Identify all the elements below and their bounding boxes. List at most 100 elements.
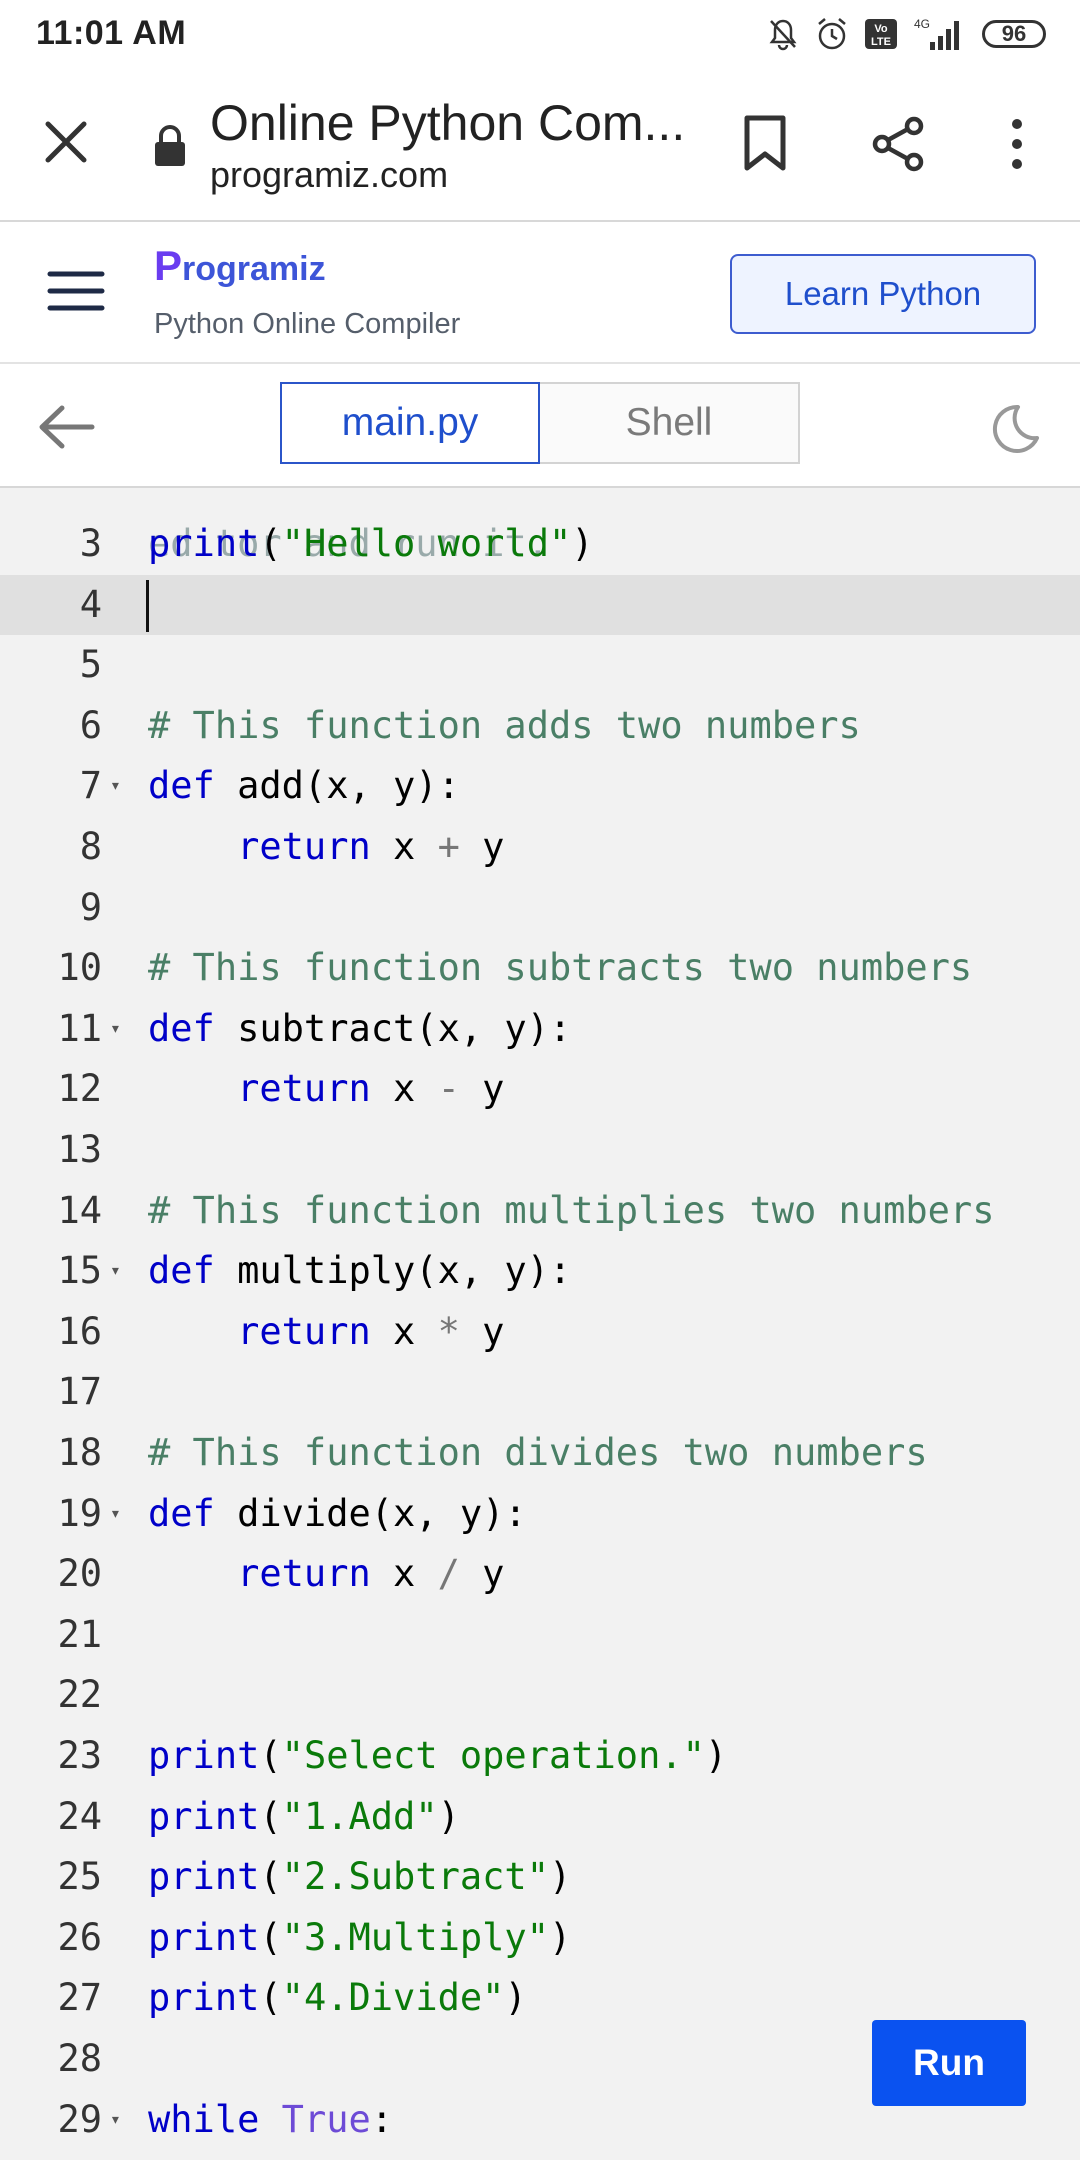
code-line[interactable]: 13 bbox=[0, 1120, 1080, 1180]
code-line[interactable]: 4 bbox=[0, 574, 1080, 635]
code-line[interactable]: 5 bbox=[0, 635, 1080, 695]
tab-shell[interactable]: Shell bbox=[540, 382, 800, 464]
fold-arrow-icon[interactable]: ▾ bbox=[110, 1484, 121, 1544]
code-line[interactable]: 6 # This function adds two numbers bbox=[0, 696, 1080, 756]
code-line[interactable]: 24 print("1.Add") bbox=[0, 1787, 1080, 1847]
code-line[interactable]: 15 ▾ def multiply(x, y): bbox=[0, 1241, 1080, 1301]
code-token: y bbox=[459, 825, 505, 868]
code-token: x bbox=[370, 1067, 438, 1111]
code-token: return bbox=[237, 825, 371, 868]
code-text: while True: bbox=[148, 2090, 393, 2150]
code-line[interactable]: 23 print("Select operation.") bbox=[0, 1726, 1080, 1786]
code-token: ) bbox=[704, 1734, 728, 1777]
code-token: : bbox=[370, 2097, 394, 2141]
page-url[interactable]: programiz.com bbox=[210, 154, 448, 196]
back-arrow-icon[interactable] bbox=[36, 402, 96, 452]
code-text: print("Hello world") bbox=[148, 514, 594, 574]
code-token: def bbox=[148, 1491, 215, 1535]
code-token: "3.Multiply" bbox=[281, 1915, 549, 1959]
line-number: 5 bbox=[79, 643, 102, 687]
code-text: def divide(x, y): bbox=[148, 1484, 527, 1544]
code-text: print("2.Subtract") bbox=[148, 1847, 571, 1907]
code-token: ) bbox=[548, 1855, 572, 1899]
tab-main-py[interactable]: main.py bbox=[280, 382, 540, 464]
line-number: 13 bbox=[57, 1128, 102, 1171]
code-line[interactable]: 16 return x * y bbox=[0, 1302, 1080, 1362]
code-token: x bbox=[370, 1309, 438, 1353]
line-number: 23 bbox=[57, 1734, 102, 1777]
code-line[interactable]: 26 print("3.Multiply") bbox=[0, 1908, 1080, 1968]
code-line[interactable]: 14 # This function multiplies two numbers bbox=[0, 1181, 1080, 1241]
learn-python-button[interactable]: Learn Python bbox=[730, 254, 1036, 334]
code-line[interactable]: 18 # This function divides two numbers bbox=[0, 1423, 1080, 1483]
code-token: print bbox=[148, 1976, 260, 2020]
line-number: 14 bbox=[57, 1188, 102, 1232]
code-text: return x * y bbox=[148, 1302, 504, 1362]
code-text: return x - y bbox=[148, 1059, 504, 1119]
code-text: print("Select operation.") bbox=[148, 1726, 727, 1786]
code-token: "Select operation." bbox=[281, 1734, 705, 1777]
code-token: ) bbox=[504, 1976, 527, 2020]
menu-icon[interactable] bbox=[46, 266, 106, 316]
code-token: "4.Divide" bbox=[281, 1976, 505, 2020]
code-token: - bbox=[437, 1067, 460, 1111]
code-editor[interactable]: editor and run it. 3 print("Hello world")… bbox=[0, 488, 1080, 2160]
code-line[interactable]: 17 bbox=[0, 1362, 1080, 1422]
share-icon[interactable] bbox=[868, 114, 928, 174]
code-text: return x + y bbox=[148, 817, 504, 877]
lock-icon bbox=[155, 125, 185, 166]
code-line[interactable]: 9 bbox=[0, 878, 1080, 938]
code-token: def bbox=[148, 764, 215, 808]
partial-code-line: editor and run it. bbox=[0, 488, 1080, 565]
code-line[interactable]: 8 return x + y bbox=[0, 817, 1080, 877]
line-number: 29 bbox=[57, 2097, 102, 2141]
code-text: print("3.Multiply") bbox=[148, 1908, 571, 1968]
code-line[interactable]: 21 bbox=[0, 1605, 1080, 1665]
code-line[interactable]: 10 # This function subtracts two numbers bbox=[0, 938, 1080, 998]
code-token: def bbox=[148, 1006, 215, 1050]
code-token: return bbox=[237, 1309, 371, 1353]
code-token: x bbox=[370, 1552, 438, 1596]
code-token: * bbox=[437, 1309, 460, 1353]
more-options-icon[interactable] bbox=[1000, 116, 1034, 172]
line-number: 4 bbox=[79, 582, 102, 626]
line-number: 21 bbox=[57, 1612, 102, 1656]
line-number: 3 bbox=[79, 522, 102, 565]
programiz-logo[interactable]: Programiz bbox=[154, 242, 326, 290]
code-token: print bbox=[148, 1734, 260, 1777]
close-icon[interactable] bbox=[40, 116, 92, 168]
fold-arrow-icon[interactable]: ▾ bbox=[110, 2090, 121, 2150]
code-token: / bbox=[437, 1552, 460, 1596]
fold-arrow-icon[interactable]: ▾ bbox=[110, 756, 121, 816]
battery-indicator: 96 bbox=[982, 20, 1046, 48]
volte-icon: VoLTE bbox=[865, 19, 897, 49]
line-number: 9 bbox=[79, 885, 102, 929]
dark-mode-moon-icon[interactable] bbox=[988, 402, 1042, 456]
line-number: 24 bbox=[57, 1794, 102, 1838]
code-line[interactable]: 3 print("Hello world") bbox=[0, 514, 1080, 574]
line-number: 12 bbox=[57, 1067, 102, 1111]
fold-arrow-icon[interactable]: ▾ bbox=[110, 1241, 121, 1301]
code-line[interactable]: 11 ▾ def subtract(x, y): bbox=[0, 999, 1080, 1059]
code-line[interactable]: 19 ▾ def divide(x, y): bbox=[0, 1484, 1080, 1544]
code-token: ( bbox=[259, 1915, 282, 1959]
line-number: 28 bbox=[57, 2037, 102, 2080]
line-number: 15 bbox=[57, 1249, 102, 1293]
code-line[interactable]: 20 return x / y bbox=[0, 1544, 1080, 1604]
run-button[interactable]: Run bbox=[872, 2020, 1026, 2106]
code-line[interactable]: 25 print("2.Subtract") bbox=[0, 1847, 1080, 1907]
code-token: def bbox=[148, 1249, 215, 1293]
code-line[interactable]: 12 return x - y bbox=[0, 1059, 1080, 1119]
fold-arrow-icon[interactable]: ▾ bbox=[110, 999, 121, 1059]
code-line[interactable]: 22 bbox=[0, 1665, 1080, 1725]
browser-toolbar: Online Python Com... programiz.com bbox=[0, 66, 1080, 222]
code-line[interactable]: 7 ▾ def add(x, y): bbox=[0, 756, 1080, 816]
code-token: ( bbox=[259, 1734, 282, 1777]
code-text: def add(x, y): bbox=[148, 756, 460, 816]
bookmark-icon[interactable] bbox=[742, 114, 788, 172]
code-text: print("4.Divide") bbox=[148, 1968, 527, 2028]
